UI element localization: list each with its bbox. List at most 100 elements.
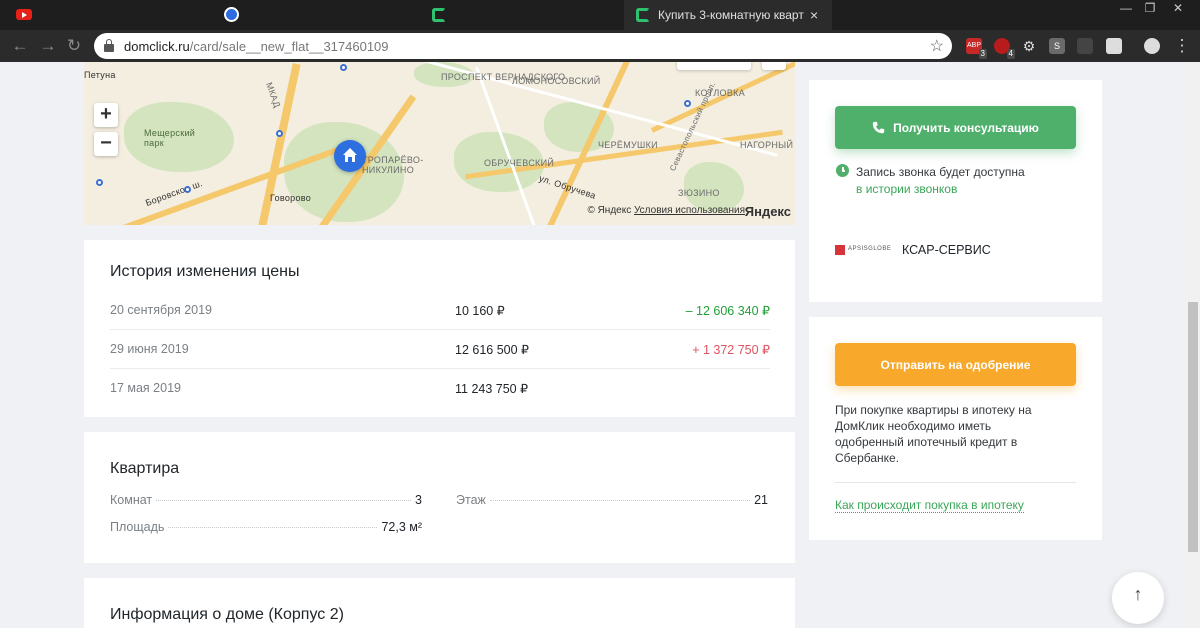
metro-station-icon <box>276 130 283 137</box>
get-consultation-button[interactable]: Получить консультацию <box>835 106 1076 149</box>
map-label: ЛОМОНОСОВСКИЙ <box>512 76 601 86</box>
close-window-button[interactable]: ✕ <box>1166 0 1190 16</box>
spec-label: Этаж <box>456 493 486 507</box>
spec-value: 72,3 м² <box>381 520 422 534</box>
metro-station-icon <box>96 179 103 186</box>
map-label: ТРОПАРЁВО-НИКУЛИНО <box>362 155 424 175</box>
price-date: 29 июня 2019 <box>110 342 189 356</box>
url-path: /card/sale__new_flat__317460109 <box>189 38 389 54</box>
send-for-approval-button[interactable]: Отправить на одобрение <box>835 343 1076 386</box>
mortgage-howto-link[interactable]: Как происходит покупка в ипотеку <box>835 498 1024 513</box>
home-icon <box>343 148 357 162</box>
minimize-button[interactable]: — <box>1114 0 1138 16</box>
gear-extension-icon[interactable]: ⚙ <box>1021 38 1037 54</box>
address-bar[interactable]: domclick.ru/card/sale__new_flat__3174601… <box>94 33 952 59</box>
spec-rooms: Комнат 3 <box>110 493 422 511</box>
price-diff: – 12 606 340 ₽ <box>685 304 770 318</box>
map-attribution: © Яндекс Условия использования <box>587 205 745 216</box>
metro-station-icon <box>340 64 347 71</box>
tab-favicon-icon[interactable] <box>224 7 239 22</box>
price-value: 12 616 500 ₽ <box>455 343 529 357</box>
map-label: ул. Обручева <box>537 173 598 201</box>
yandex-logo[interactable]: Яндекс <box>745 204 791 219</box>
developer-logo: APSISGLOBE <box>835 245 891 255</box>
map-label: ОБРУЧЕВСКИЙ <box>484 158 555 168</box>
metro-station-icon <box>184 186 191 193</box>
browser-toolbar: ← → ↻ domclick.ru/card/sale__new_flat__3… <box>0 30 1200 62</box>
youtube-tab-icon[interactable] <box>16 9 32 20</box>
map-layers-button[interactable] <box>677 62 751 70</box>
price-history-row: 17 мая 2019 11 243 750 ₽ <box>110 370 770 408</box>
call-record-note: Запись звонка будет доступна <box>856 165 1025 179</box>
map[interactable]: ПРОСПЕКТ ВЕРНАДСКОГО ЛОМОНОСОВСКИЙ КОТЛО… <box>84 62 795 225</box>
domclick-tab-icon[interactable] <box>432 8 446 22</box>
profile-avatar-icon[interactable] <box>1144 38 1160 54</box>
arrow-up-icon: ↑ <box>1133 584 1143 604</box>
metro-station-icon <box>684 100 691 107</box>
map-label: НАГОРНЫЙ <box>740 140 794 150</box>
scrollbar-thumb[interactable] <box>1188 302 1198 552</box>
url-host: domclick.ru <box>124 38 190 54</box>
s-extension-icon[interactable]: S <box>1049 38 1065 54</box>
map-label: ЧЕРЁМУШКИ <box>598 140 658 150</box>
menu-icon[interactable]: ⋮ <box>1172 36 1192 56</box>
maximize-button[interactable]: ❐ <box>1138 0 1162 16</box>
approval-card: Отправить на одобрение При покупке кварт… <box>809 317 1102 540</box>
extension-icon[interactable] <box>1077 38 1093 54</box>
clock-icon <box>836 164 849 177</box>
price-history-card: История изменения цены 20 сентября 2019 … <box>84 240 795 417</box>
reload-icon[interactable]: ↻ <box>64 36 84 56</box>
price-history-title: История изменения цены <box>110 263 300 280</box>
zoom-in-button[interactable]: + <box>94 103 118 127</box>
tab-title: Купить 3-комнатную квартиру <box>658 8 804 22</box>
price-date: 17 мая 2019 <box>110 381 181 395</box>
fullscreen-button[interactable] <box>762 62 786 70</box>
price-history-row: 29 июня 2019 12 616 500 ₽ + 1 372 750 ₽ <box>110 331 770 369</box>
ublock-extension-icon[interactable]: 4 <box>994 38 1015 59</box>
map-label: Говорово <box>270 193 312 203</box>
developer-name[interactable]: КСАР-СЕРВИС <box>902 242 991 258</box>
abp-extension-icon[interactable]: ABP 3 <box>966 38 987 59</box>
send-for-approval-label: Отправить на одобрение <box>880 357 1031 372</box>
forward-icon[interactable]: → <box>38 36 58 56</box>
consult-card: Получить консультацию Запись звонка буде… <box>809 80 1102 302</box>
map-terms-link[interactable]: Условия использования <box>634 205 745 216</box>
bookmark-star-icon[interactable]: ☆ <box>930 36 944 56</box>
price-diff: + 1 372 750 ₽ <box>692 343 770 357</box>
flat-card: Квартира Комнат 3 Этаж 21 Площадь 72,3 м… <box>84 432 795 563</box>
browser-tab-bar: Купить 3-комнатную квартиру × — ❐ ✕ <box>0 0 1200 30</box>
mortgage-info-text: При покупке квартиры в ипотеку на ДомКли… <box>835 403 1032 465</box>
spec-value: 21 <box>754 493 768 507</box>
page-content: ПРОСПЕКТ ВЕРНАДСКОГО ЛОМОНОСОВСКИЙ КОТЛО… <box>0 62 1200 628</box>
price-value: 11 243 750 ₽ <box>455 382 529 396</box>
map-label: Мещерский парк <box>144 128 196 148</box>
spec-label: Площадь <box>110 520 165 534</box>
tab-close-icon[interactable]: × <box>810 7 818 23</box>
lock-icon <box>104 39 114 52</box>
spec-value: 3 <box>415 493 422 507</box>
domclick-icon <box>636 8 650 22</box>
spec-area: Площадь 72,3 м² <box>110 520 422 538</box>
scroll-to-top-button[interactable]: ↑ <box>1112 572 1164 624</box>
flat-title: Квартира <box>110 460 180 477</box>
tab-active[interactable]: Купить 3-комнатную квартиру × <box>624 0 832 30</box>
page-scrollbar[interactable] <box>1186 62 1200 628</box>
zoom-out-button[interactable]: − <box>94 132 118 156</box>
divider <box>835 482 1076 483</box>
extension-icon[interactable] <box>1106 38 1122 54</box>
map-label: МКАД <box>263 80 283 110</box>
map-label: ЗЮЗИНО <box>678 188 720 198</box>
spec-label: Комнат <box>110 493 153 507</box>
house-info-card: Информация о доме (Корпус 2) <box>84 578 795 628</box>
back-icon[interactable]: ← <box>10 36 30 56</box>
house-info-title: Информация о доме (Корпус 2) <box>110 606 344 623</box>
phone-icon <box>872 121 885 134</box>
home-location-pin[interactable] <box>334 140 366 172</box>
price-history-row: 20 сентября 2019 10 160 ₽ – 12 606 340 ₽ <box>110 292 770 330</box>
price-date: 20 сентября 2019 <box>110 303 212 317</box>
map-label: Петуна <box>84 70 116 80</box>
spec-floor: Этаж 21 <box>456 493 768 511</box>
get-consultation-label: Получить консультацию <box>893 120 1039 135</box>
call-history-link[interactable]: в истории звонков <box>856 182 957 196</box>
price-value: 10 160 ₽ <box>455 304 505 318</box>
